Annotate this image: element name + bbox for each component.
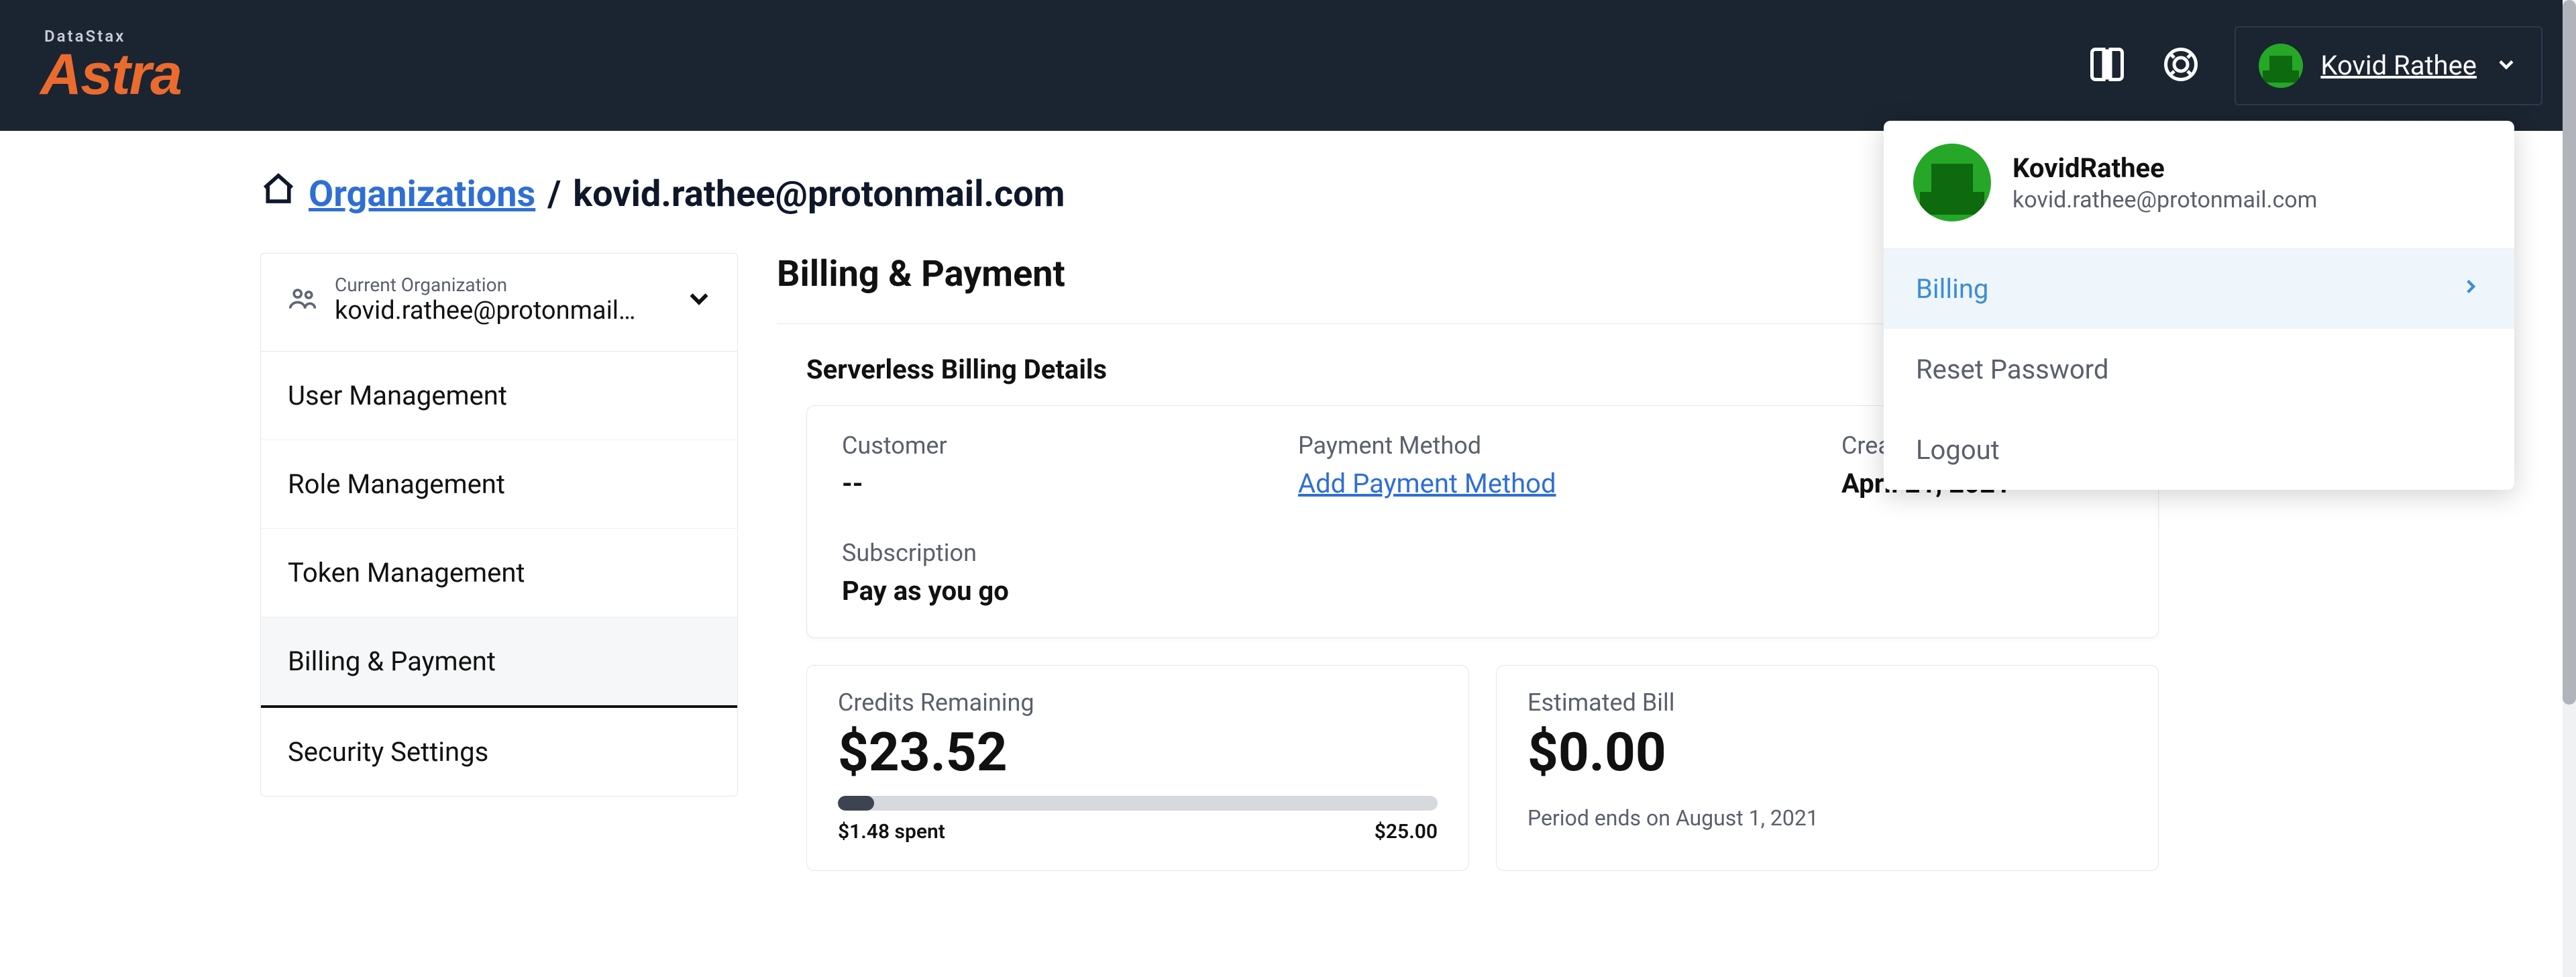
customer-value: -- xyxy=(842,468,1271,499)
chevron-right-icon xyxy=(2459,273,2482,305)
chevron-down-icon xyxy=(684,283,714,317)
dropdown-item-billing[interactable]: Billing xyxy=(1884,249,2514,329)
logo-tagline: DataStax xyxy=(44,28,181,44)
sidebar-item-role-management[interactable]: Role Management xyxy=(261,440,737,529)
home-icon[interactable] xyxy=(260,171,297,217)
dropdown-item-label: Reset Password xyxy=(1916,354,2108,385)
sidebar: Current Organization kovid.rathee@proton… xyxy=(260,253,738,796)
topbar-right: Kovid Rathee xyxy=(2087,26,2542,105)
subscription-label: Subscription xyxy=(842,539,2123,567)
subscription-value: Pay as you go xyxy=(842,575,2123,607)
bill-value: $0.00 xyxy=(1527,721,2127,784)
breadcrumb-sep: / xyxy=(547,173,561,215)
org-value: kovid.rathee@protonmail… xyxy=(335,296,666,325)
scrollbar-thumb[interactable] xyxy=(2563,0,2576,705)
people-icon xyxy=(288,284,317,316)
dropdown-item-label: Billing xyxy=(1916,273,1988,305)
breadcrumb-current: kovid.rathee@protonmail.com xyxy=(573,173,1065,215)
bill-period: Period ends on August 1, 2021 xyxy=(1527,805,2127,831)
scrollbar[interactable] xyxy=(2563,0,2576,977)
dropdown-user-email: kovid.rathee@protonmail.com xyxy=(2012,187,2317,213)
bill-label: Estimated Bill xyxy=(1527,688,2127,717)
help-icon[interactable] xyxy=(2161,44,2201,87)
dropdown-item-reset-password[interactable]: Reset Password xyxy=(1884,329,2514,409)
estimated-bill-card: Estimated Bill $0.00 Period ends on Augu… xyxy=(1496,665,2159,871)
dropdown-header: KovidRathee kovid.rathee@protonmail.com xyxy=(1884,121,2514,249)
logo[interactable]: DataStax Astra xyxy=(40,28,181,103)
sidebar-item-token-management[interactable]: Token Management xyxy=(261,529,737,617)
credits-progress xyxy=(838,796,1438,811)
avatar xyxy=(2259,44,2303,88)
user-menu-trigger[interactable]: Kovid Rathee xyxy=(2235,26,2542,105)
org-selector[interactable]: Current Organization kovid.rathee@proton… xyxy=(261,254,737,352)
sidebar-item-user-management[interactable]: User Management xyxy=(261,352,737,440)
top-bar: DataStax Astra Kovid Rathee xyxy=(0,0,2563,131)
dropdown-item-logout[interactable]: Logout xyxy=(1884,409,2514,490)
credits-progress-fill xyxy=(838,796,874,811)
breadcrumb-root-link[interactable]: Organizations xyxy=(309,173,535,215)
credits-label: Credits Remaining xyxy=(838,688,1438,717)
payment-method-label: Payment Method xyxy=(1298,431,1815,460)
credits-card: Credits Remaining $23.52 $1.48 spent $25… xyxy=(806,665,1469,871)
dropdown-item-label: Logout xyxy=(1916,434,2000,466)
add-payment-method-link[interactable]: Add Payment Method xyxy=(1298,468,1815,499)
sidebar-item-billing-payment[interactable]: Billing & Payment xyxy=(261,617,737,708)
sidebar-item-security-settings[interactable]: Security Settings xyxy=(261,708,737,796)
user-dropdown: KovidRathee kovid.rathee@protonmail.com … xyxy=(1884,121,2514,490)
credits-total: $25.00 xyxy=(1375,820,1438,843)
customer-label: Customer xyxy=(842,431,1271,460)
dropdown-user-name: KovidRathee xyxy=(2012,152,2317,184)
avatar xyxy=(1913,144,1991,221)
chevron-down-icon xyxy=(2494,52,2518,79)
logo-brand: Astra xyxy=(40,46,181,103)
credits-spent: $1.48 spent xyxy=(838,820,945,843)
user-name: Kovid Rathee xyxy=(2320,50,2477,81)
org-label: Current Organization xyxy=(335,274,666,296)
credits-value: $23.52 xyxy=(838,721,1438,784)
docs-icon[interactable] xyxy=(2087,44,2127,87)
